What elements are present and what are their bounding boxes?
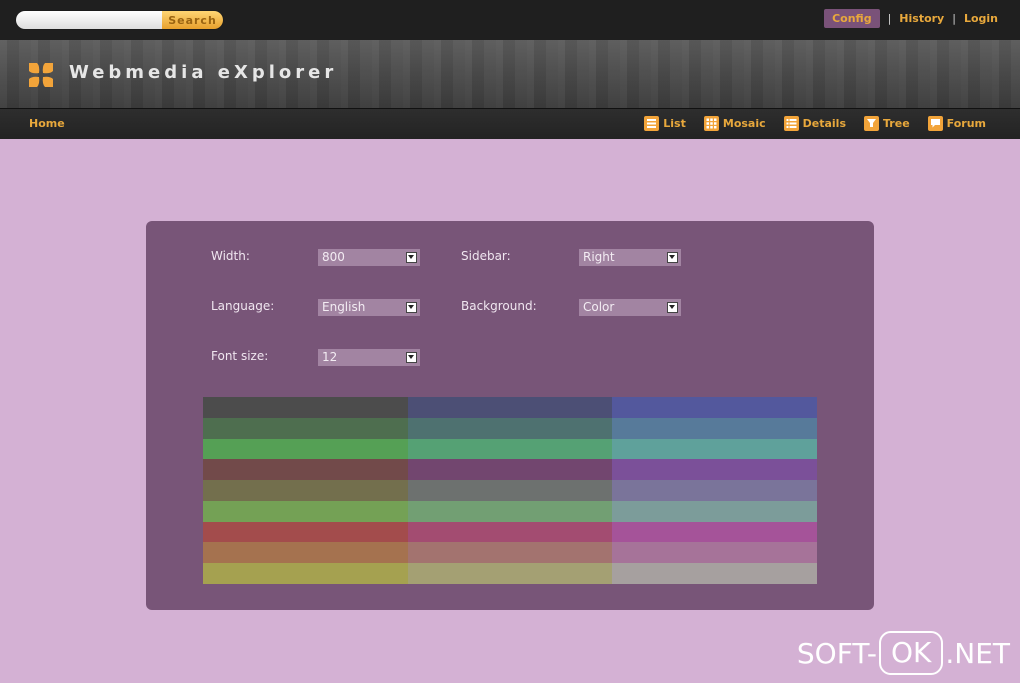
separator: | (952, 12, 956, 25)
color-swatch[interactable] (407, 563, 613, 584)
nav-label: Tree (883, 117, 910, 130)
color-swatch[interactable] (407, 480, 613, 501)
color-swatch[interactable] (612, 563, 817, 584)
color-swatch[interactable] (203, 542, 408, 564)
color-swatch[interactable] (612, 542, 817, 564)
nav-mosaic[interactable]: Mosaic (703, 116, 766, 131)
color-swatch[interactable] (203, 563, 408, 584)
history-link[interactable]: History (899, 9, 944, 28)
color-swatch[interactable] (203, 459, 408, 481)
color-swatch[interactable] (407, 500, 613, 522)
watermark-left: SOFT- (796, 636, 877, 670)
color-swatch[interactable] (612, 417, 817, 439)
view-modes: List Mosaic Details Tree Forum (644, 116, 986, 131)
watermark-middle: OK (878, 631, 944, 675)
color-swatch[interactable] (203, 438, 408, 460)
language-select[interactable]: English (318, 299, 420, 316)
color-swatch[interactable] (203, 521, 408, 543)
color-swatch[interactable] (407, 397, 613, 418)
color-swatch[interactable] (203, 397, 408, 418)
watermark-right: .NET (945, 636, 1010, 670)
sidebar-select[interactable]: Right (579, 249, 681, 266)
grid-icon (703, 116, 719, 131)
background-label: Background: (461, 299, 537, 313)
nav-label: Mosaic (722, 117, 766, 130)
color-swatch[interactable] (612, 397, 817, 418)
language-label: Language: (211, 299, 275, 313)
nav-list[interactable]: List (644, 116, 686, 131)
color-swatch[interactable] (612, 521, 817, 543)
search-input[interactable] (16, 11, 162, 29)
width-label: Width: (211, 249, 250, 263)
chevron-down-icon (667, 302, 678, 313)
forum-icon (927, 116, 943, 131)
nav-label: Details (802, 117, 847, 130)
font-size-value: 12 (322, 350, 338, 364)
nav-bar: Home List Mosaic Details Tree Forum (0, 108, 1020, 139)
site-title: Webmedia eXplorer (69, 62, 338, 83)
chevron-down-icon (667, 252, 678, 263)
config-link[interactable]: Config (824, 9, 880, 28)
login-link[interactable]: Login (964, 9, 998, 28)
font-size-label: Font size: (211, 349, 269, 363)
color-swatch[interactable] (407, 542, 613, 564)
nav-tree[interactable]: Tree (864, 116, 910, 131)
width-select[interactable]: 800 (318, 249, 420, 266)
home-link[interactable]: Home (29, 117, 65, 130)
color-swatch[interactable] (612, 500, 817, 522)
top-links: Config | History | Login (824, 9, 998, 28)
header-banner: Webmedia eXplorer (0, 40, 1020, 108)
color-swatch[interactable] (612, 459, 817, 481)
search-button[interactable]: Search (162, 11, 223, 29)
tree-icon (864, 116, 880, 131)
color-swatch[interactable] (612, 480, 817, 501)
color-swatch[interactable] (203, 480, 408, 501)
color-swatch[interactable] (407, 438, 613, 460)
logo-icon (29, 63, 53, 87)
nav-label: List (663, 117, 686, 130)
separator: | (887, 12, 892, 25)
list-icon (644, 116, 660, 131)
search-box: Search (16, 11, 223, 29)
language-value: English (322, 300, 366, 314)
sidebar-value: Right (583, 250, 615, 264)
color-swatch[interactable] (407, 521, 613, 543)
top-bar: Search Config | History | Login (0, 0, 1020, 40)
nav-details[interactable]: Details (783, 116, 847, 131)
chevron-down-icon (406, 252, 417, 263)
background-value: Color (583, 300, 615, 314)
color-swatch[interactable] (612, 438, 817, 460)
width-value: 800 (322, 250, 345, 264)
watermark: SOFT- OK .NET (797, 631, 1010, 675)
nav-forum[interactable]: Forum (927, 116, 986, 131)
chevron-down-icon (406, 352, 417, 363)
config-panel: Width: 800 Sidebar: Right Language: Engl… (146, 221, 874, 610)
color-swatch[interactable] (407, 417, 613, 439)
nav-label: Forum (946, 117, 986, 130)
details-icon (783, 116, 799, 131)
color-swatch[interactable] (203, 500, 408, 522)
color-swatch[interactable] (407, 459, 613, 481)
font-size-select[interactable]: 12 (318, 349, 420, 366)
background-select[interactable]: Color (579, 299, 681, 316)
color-swatch[interactable] (203, 417, 408, 439)
color-palette (203, 397, 817, 584)
chevron-down-icon (406, 302, 417, 313)
sidebar-label: Sidebar: (461, 249, 511, 263)
